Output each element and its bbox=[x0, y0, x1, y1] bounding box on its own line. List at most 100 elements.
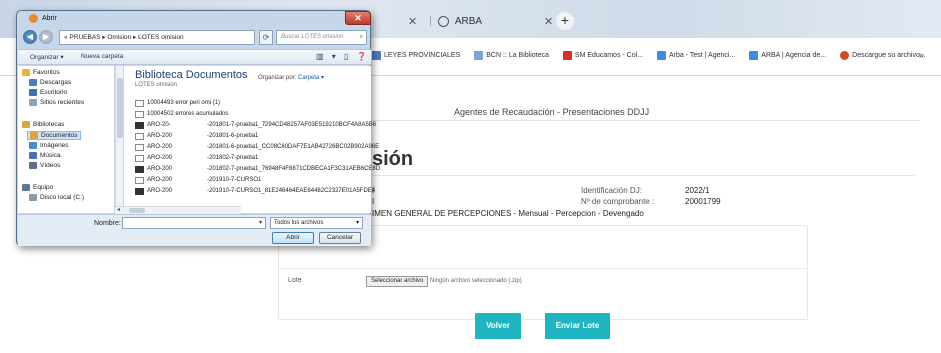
star-icon bbox=[22, 69, 30, 76]
bookmark-icon bbox=[372, 51, 381, 60]
computer-icon bbox=[22, 184, 30, 191]
bookmark-arba-agencia[interactable]: ARBA | Agencia de... bbox=[749, 51, 826, 60]
bookmark-label: Arba - Test | Agenci... bbox=[669, 52, 736, 59]
bookmark-descargue[interactable]: Descargue su archivo... bbox=[840, 51, 926, 60]
back-arrow-icon[interactable]: ◀ bbox=[23, 30, 37, 44]
dialog-title: Abrir bbox=[42, 15, 57, 22]
sidebar-item-imagenes[interactable]: Imágenes bbox=[29, 142, 69, 149]
file-row[interactable]: 10004502 errores acumulados bbox=[135, 109, 228, 119]
enviar-lote-button[interactable]: Enviar Lote bbox=[545, 313, 610, 339]
browser-tab-2[interactable]: ✕ bbox=[412, 9, 553, 33]
sidebar-item-musica[interactable]: Música bbox=[29, 152, 61, 159]
dialog-titlebar: Abrir bbox=[29, 14, 57, 23]
lote-label: Lote bbox=[288, 277, 302, 284]
horizontal-scrollbar[interactable]: ◂ bbox=[115, 206, 241, 214]
file-row[interactable]: ARO-200 -201802-7-prueba1_76948F4F8871CDB… bbox=[135, 164, 380, 174]
drive-icon bbox=[29, 194, 37, 201]
file-row[interactable]: ARO-200 -201910-7-CURSO1_81E246464EAE8448… bbox=[135, 186, 375, 196]
bookmark-bcn[interactable]: BCN :: La Biblioteca bbox=[474, 51, 549, 60]
scrollbar-thumb[interactable] bbox=[117, 78, 123, 138]
file-row[interactable]: ARO-200 -201801-6-prueba1 bbox=[135, 131, 258, 141]
sidebar-item-favoritos[interactable]: Favoritos bbox=[22, 69, 60, 76]
file-row[interactable]: ARO-200 -201910-7-CURSO1 bbox=[135, 175, 261, 185]
file-row[interactable]: ARO-200 -201802-7-prueba1 bbox=[135, 153, 258, 163]
file-row[interactable]: 10004493 error peri omi (1) bbox=[135, 98, 220, 108]
sidebar-item-equipo[interactable]: Equipo bbox=[22, 184, 53, 191]
sidebar-label: Bibliotecas bbox=[33, 121, 65, 128]
new-folder-button[interactable]: Nueva carpeta bbox=[81, 53, 123, 60]
search-placeholder: Buscar LOTES omision bbox=[281, 34, 344, 40]
new-tab-button[interactable]: + bbox=[556, 12, 574, 30]
close-icon[interactable]: ✕ bbox=[544, 15, 553, 28]
library-title: Biblioteca Documentos bbox=[135, 69, 248, 81]
select-file-button[interactable]: Seleccionar archivo bbox=[366, 276, 429, 287]
sidebar-scrollbar[interactable] bbox=[115, 66, 123, 213]
file-name: 10004502 errores acumulados bbox=[147, 111, 229, 117]
bookmarks-more-button[interactable]: » bbox=[919, 50, 924, 60]
bookmark-icon bbox=[749, 51, 759, 60]
bookmark-icon bbox=[657, 51, 666, 60]
sidebar-label: Descargas bbox=[40, 79, 72, 86]
file-name-part: -201801-7-prueba1_7294CD48257AF03E519210… bbox=[207, 122, 377, 128]
filetype-select[interactable]: Todos los archivos ▾ bbox=[270, 217, 363, 229]
sidebar-item-bibliotecas[interactable]: Bibliotecas bbox=[22, 121, 64, 128]
sidebar-label: Música bbox=[40, 152, 61, 159]
cancel-button[interactable]: Cancelar bbox=[319, 232, 361, 244]
sidebar-label: Documentos bbox=[41, 132, 78, 139]
ident-dj-label: Identificación DJ: bbox=[581, 186, 642, 195]
search-input[interactable]: Buscar LOTES omision ⌕ bbox=[276, 30, 367, 45]
sidebar-item-escritorio[interactable]: Escritorio bbox=[29, 89, 67, 96]
refresh-icon[interactable]: ⟳ bbox=[259, 30, 273, 45]
file-icon bbox=[135, 110, 144, 118]
ident-dj-value: 2022/1 bbox=[685, 186, 710, 195]
sidebar-label: Sitios recientes bbox=[40, 99, 85, 106]
bookmark-leyes[interactable]: LEYES PROVINCIALES bbox=[372, 51, 460, 60]
filename-input[interactable]: ▾ bbox=[122, 217, 266, 229]
close-button[interactable]: ✕ bbox=[345, 11, 371, 25]
sidebar-item-descargas[interactable]: Descargas bbox=[29, 79, 71, 86]
file-name: 10004493 error peri omi (1) bbox=[147, 100, 221, 106]
bookmark-sm[interactable]: SM Educamos - Col... bbox=[562, 51, 643, 60]
sidebar-label: Disco local (C:) bbox=[40, 194, 85, 201]
archive-file-icon bbox=[135, 165, 144, 173]
archive-file-icon bbox=[135, 121, 144, 129]
recent-places-icon bbox=[29, 99, 37, 106]
forward-arrow-icon[interactable]: ▶ bbox=[39, 30, 53, 44]
search-icon: ⌕ bbox=[359, 34, 363, 40]
sidebar-label: Vídeos bbox=[40, 162, 61, 169]
bookmark-arba-test[interactable]: Arba - Test | Agenci... bbox=[657, 51, 735, 60]
navigation-pane: Favoritos Descargas Escritorio Sitios re… bbox=[18, 66, 115, 213]
libraries-icon bbox=[22, 121, 30, 128]
archive-file-icon bbox=[135, 187, 144, 195]
file-list-pane: Biblioteca Documentos LOTES omision Orga… bbox=[124, 66, 380, 213]
scrollbar-thumb[interactable] bbox=[129, 208, 145, 213]
organize-button[interactable]: Organizar ▾ bbox=[30, 53, 64, 61]
divider bbox=[278, 268, 808, 269]
sidebar-label: Imágenes bbox=[40, 142, 69, 149]
volver-button[interactable]: Volver bbox=[475, 313, 521, 339]
divider bbox=[372, 175, 915, 176]
file-name-part: ARO-20- bbox=[147, 122, 171, 128]
file-name-part: ARO-200 bbox=[147, 155, 173, 161]
file-row[interactable]: ARO-20- -201801-7-prueba1_7294CD48257AF03… bbox=[135, 120, 376, 130]
file-name-part: -201801-6-prueba1 bbox=[207, 133, 259, 139]
view-options-icons[interactable]: ▥ ▾ ▯ ❓ bbox=[316, 52, 370, 61]
filetype-value: Todos los archivos bbox=[274, 220, 324, 226]
scroll-left-icon[interactable]: ◂ bbox=[117, 206, 120, 213]
sidebar-item-videos[interactable]: Vídeos bbox=[29, 162, 60, 169]
open-button[interactable]: Abrir bbox=[272, 232, 314, 244]
bookmarks-row: LEYES PROVINCIALES BCN :: La Biblioteca … bbox=[372, 51, 926, 60]
sidebar-item-documentos[interactable]: Documentos bbox=[27, 131, 81, 140]
breadcrumb[interactable]: « PRUEBAS ▸ Omision ▸ LOTES omision bbox=[59, 30, 255, 45]
arrange-by-value[interactable]: Carpeta ▾ bbox=[298, 75, 324, 81]
videos-icon bbox=[29, 162, 37, 169]
sidebar-item-disco-local[interactable]: Disco local (C:) bbox=[29, 194, 84, 201]
documents-icon bbox=[30, 132, 38, 139]
sidebar-item-sitios-recientes[interactable]: Sitios recientes bbox=[29, 99, 84, 106]
file-row[interactable]: ARO-200 -201801-6-prueba1_CC08C80DAF7E1AB… bbox=[135, 142, 379, 152]
file-name-part: ARO-200 bbox=[147, 177, 173, 183]
chevron-down-icon[interactable]: ▾ bbox=[259, 219, 262, 226]
divider bbox=[360, 120, 920, 121]
sidebar-label: Favoritos bbox=[33, 69, 60, 76]
arrange-by[interactable]: Organizar por: Carpeta ▾ bbox=[258, 74, 324, 81]
